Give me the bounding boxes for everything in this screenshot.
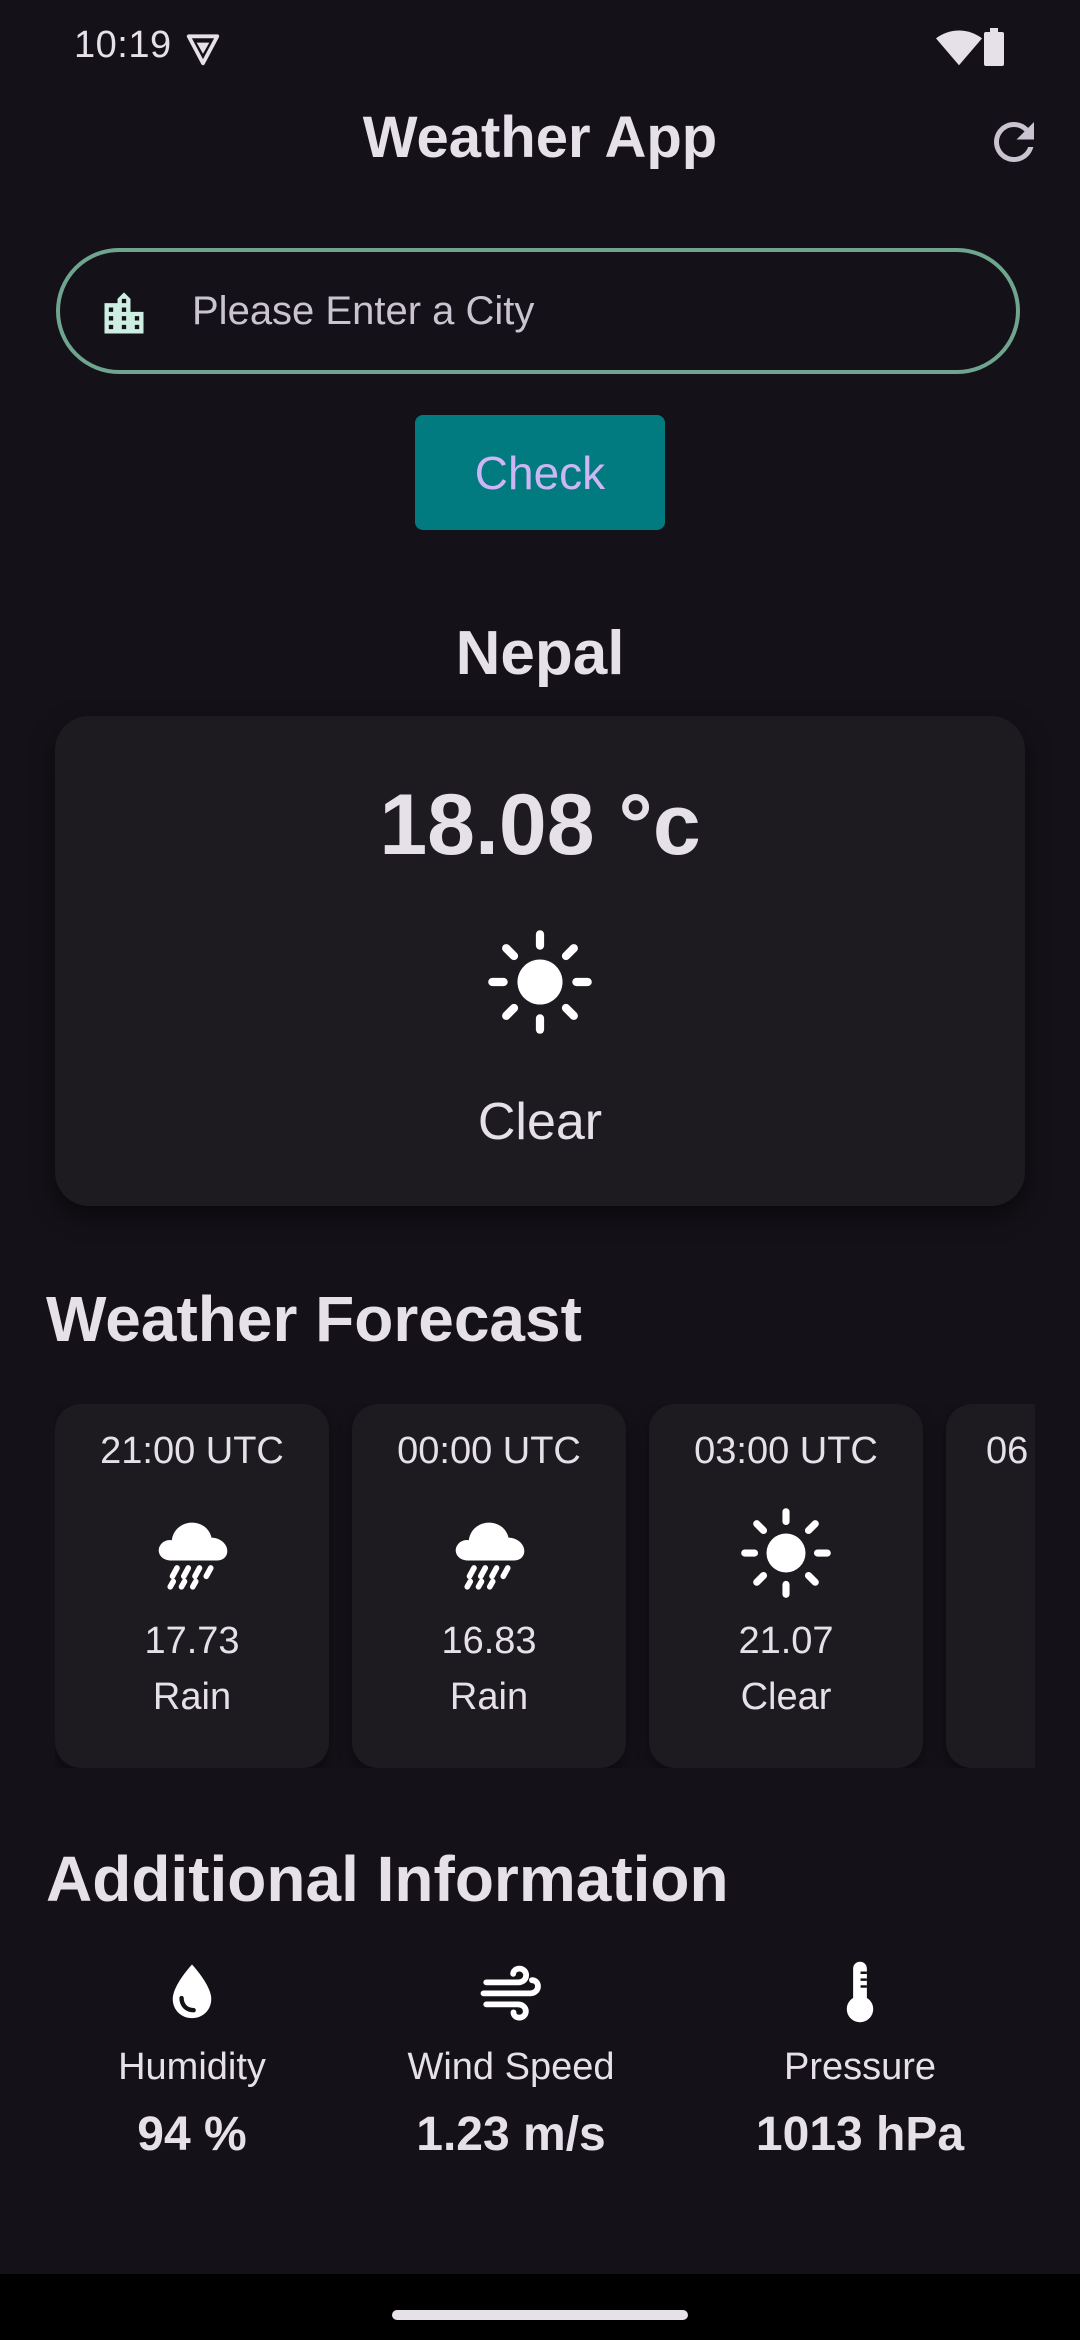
status-bar: 10:19 — [0, 0, 1080, 96]
rain-cloud-icon — [158, 1522, 228, 1590]
humidity-value: 94 % — [137, 2108, 247, 2161]
vpn-icon — [186, 34, 220, 66]
pressure-value: 1013 hPa — [755, 2108, 965, 2161]
forecast-time: 00:00 UTC — [397, 1430, 581, 1472]
forecast-card: 21:00 UTC 17.73 Rain — [55, 1404, 329, 1768]
additional-info-title: Additional Information — [46, 1843, 729, 1915]
city-name: Nepal — [455, 619, 625, 688]
forecast-condition: Rain — [152, 1676, 232, 1718]
weather-screen: 10:19 Weather App Check Nepal 18.08 °c — [0, 0, 1080, 2340]
forecast-time: 06 — [986, 1430, 1029, 1472]
rain-cloud-icon — [455, 1522, 525, 1590]
forecast-title: Weather Forecast — [46, 1283, 582, 1355]
app-title: Weather App — [362, 105, 718, 170]
forecast-condition: Rain — [449, 1676, 529, 1718]
current-condition: Clear — [477, 1093, 603, 1151]
humidity-label: Humidity — [118, 2046, 266, 2088]
city-search-field[interactable] — [56, 248, 1020, 374]
navigation-bar — [0, 2274, 1080, 2340]
forecast-card: 03:00 UTC 21.07 Clear — [649, 1404, 923, 1768]
wind-speed-value: 1.23 m/s — [416, 2108, 606, 2161]
current-weather-card: 18.08 °c Clear — [55, 716, 1025, 1206]
forecast-time: 03:00 UTC — [694, 1430, 878, 1472]
sun-icon — [488, 930, 592, 1034]
forecast-temperature: 17.73 — [144, 1620, 240, 1662]
home-gesture-handle[interactable] — [392, 2310, 688, 2320]
pressure-label: Pressure — [783, 2046, 937, 2088]
forecast-temperature: 21.07 — [738, 1620, 834, 1662]
refresh-icon[interactable] — [984, 112, 1044, 172]
wind-speed-info: Wind Speed 1.23 m/s — [346, 1956, 676, 2162]
wind-speed-label: Wind Speed — [407, 2046, 615, 2088]
water-drop-icon — [172, 1964, 212, 2019]
check-button[interactable]: Check — [415, 415, 665, 530]
pressure-info: Pressure 1013 hPa — [695, 1956, 1025, 2162]
status-time: 10:19 — [74, 24, 172, 66]
wifi-icon — [936, 30, 982, 66]
forecast-time: 21:00 UTC — [100, 1430, 284, 1472]
forecast-card: 06 — [946, 1404, 1035, 1768]
forecast-temperature: 16.83 — [441, 1620, 537, 1662]
current-temperature: 18.08 °c — [379, 777, 701, 873]
battery-icon — [984, 28, 1004, 66]
forecast-list[interactable]: 21:00 UTC 17.73 Rain 00:00 UTC 16.83 Rai… — [55, 1404, 1035, 1768]
humidity-info: Humidity 94 % — [27, 1956, 357, 2162]
city-input[interactable] — [190, 252, 976, 370]
wind-icon — [480, 1965, 541, 2021]
sun-icon — [741, 1508, 831, 1598]
thermometer-icon — [846, 1961, 874, 2023]
forecast-condition: Clear — [740, 1676, 832, 1718]
building-icon — [104, 292, 144, 334]
forecast-card: 00:00 UTC 16.83 Rain — [352, 1404, 626, 1768]
